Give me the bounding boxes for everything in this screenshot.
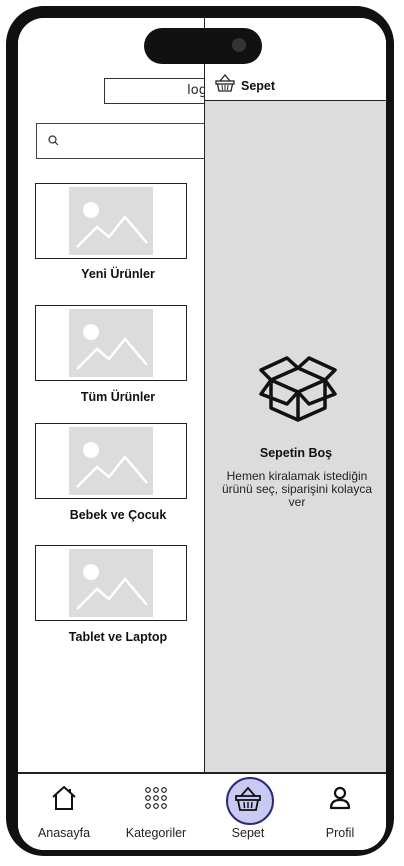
category-label: Yeni Ürünler: [81, 267, 155, 281]
nav-label-profile: Profil: [325, 826, 355, 840]
cart-panel: Sepet Sepetin Boş Hemen kiralamak istedi…: [204, 18, 386, 772]
nav-item-profile[interactable]: Profil: [294, 774, 386, 850]
image-placeholder-icon: [69, 187, 153, 255]
bottom-navigation: Anasayfa Kategoriler Sepet Profil: [18, 772, 386, 850]
catalog-panel: log Yeni Ürünler Tüm Ürünler Bebek ve Ço…: [18, 18, 218, 772]
nav-label-categories: Kategoriler: [125, 826, 187, 840]
home-icon: [52, 786, 76, 810]
basket-icon: [215, 74, 235, 92]
image-placeholder-icon: [69, 549, 153, 617]
empty-cart-title: Sepetin Boş: [259, 446, 333, 460]
search-icon: [48, 135, 59, 146]
category-label: Tüm Ürünler: [80, 390, 156, 404]
empty-box-icon: [259, 356, 337, 422]
login-button[interactable]: log: [104, 78, 216, 104]
category-label: Bebek ve Çocuk: [69, 508, 167, 522]
category-label: Tablet ve Laptop: [68, 630, 168, 644]
nav-item-categories[interactable]: Kategoriler: [110, 774, 202, 850]
search-bar[interactable]: [36, 123, 218, 159]
grid-icon: [145, 787, 167, 809]
screen: log Yeni Ürünler Tüm Ürünler Bebek ve Ço…: [18, 18, 386, 850]
category-card-baby[interactable]: [35, 423, 187, 499]
category-card-tablet[interactable]: [35, 545, 187, 621]
cart-title: Sepet: [241, 79, 276, 93]
user-icon: [329, 786, 351, 810]
nav-label-home: Anasayfa: [37, 826, 91, 840]
category-card-all[interactable]: [35, 305, 187, 381]
nav-item-home[interactable]: Anasayfa: [18, 774, 110, 850]
nav-item-cart[interactable]: Sepet: [202, 774, 294, 850]
image-placeholder-icon: [69, 427, 153, 495]
empty-cart-message: Hemen kiralamak istediğin ürünü seç, sip…: [221, 469, 373, 509]
basket-icon: [235, 786, 261, 811]
camera-icon: [232, 38, 246, 52]
search-input[interactable]: [67, 130, 211, 154]
camera-notch: [144, 28, 262, 64]
nav-label-cart: Sepet: [231, 826, 265, 840]
image-placeholder-icon: [69, 309, 153, 377]
category-card-new[interactable]: [35, 183, 187, 259]
